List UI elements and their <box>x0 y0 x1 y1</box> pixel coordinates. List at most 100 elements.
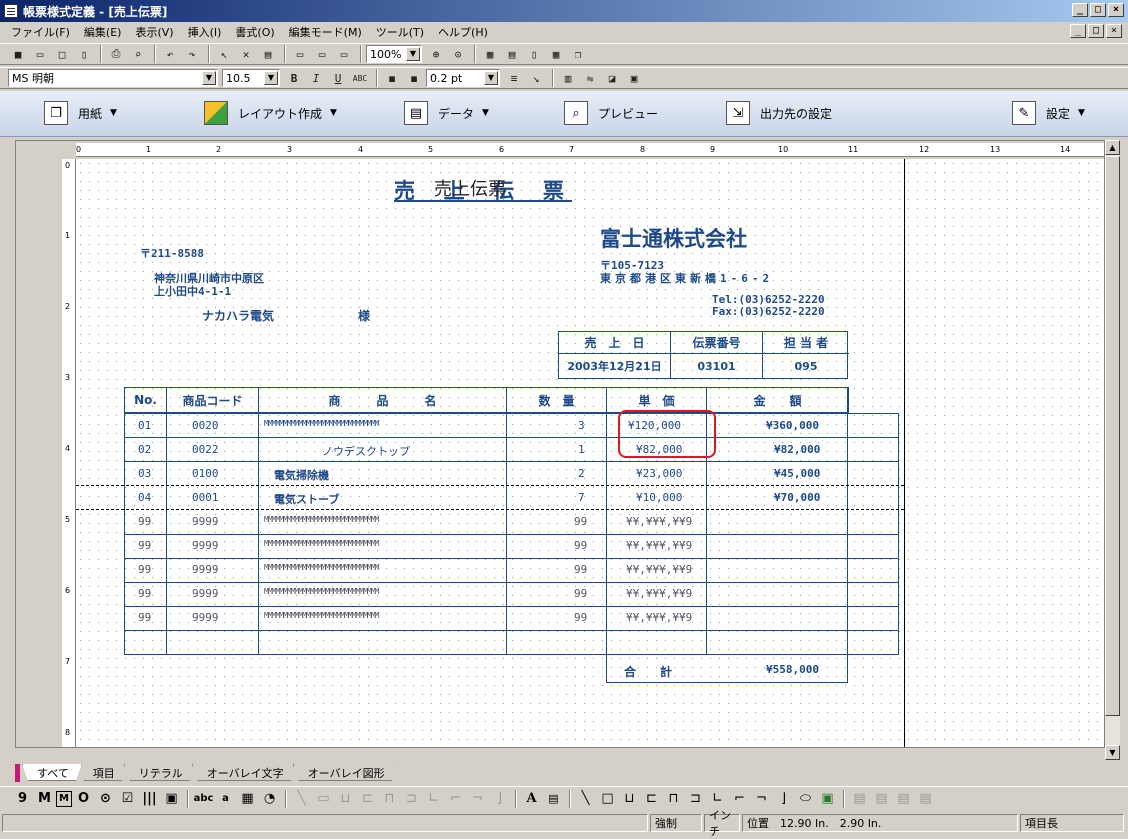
placeholder-name[interactable]: MMMMMMMMMMMMMMMMMMMMMMMMMMMMMM <box>264 611 379 620</box>
mdi-restore-button[interactable]: □ <box>1088 24 1104 38</box>
image-tool-icon[interactable]: ▣ <box>817 789 838 809</box>
table2-icon[interactable]: ▦ <box>546 44 566 64</box>
row-no[interactable]: 01 <box>138 419 151 432</box>
sender-fax[interactable]: Fax:(03)6252-2220 <box>712 305 825 318</box>
report-canvas[interactable]: 売 上 伝 票 売上伝票 富士通株式会社 〒211-8588 神奈川県川崎市中原… <box>76 159 1104 747</box>
row-code[interactable]: 0022 <box>192 443 219 456</box>
save-icon[interactable]: ■ <box>8 44 28 64</box>
output-button[interactable]: ⇲ 出力先の設定 <box>726 101 832 125</box>
date-tool[interactable]: ▦ <box>237 789 258 809</box>
col-price-header[interactable]: 単 価 <box>607 388 707 412</box>
placeholder-code[interactable]: 9999 <box>192 563 219 576</box>
line-tool-icon[interactable]: ╲ <box>575 789 596 809</box>
delete-select-icon[interactable]: ✕ <box>236 44 256 64</box>
placeholder-no[interactable]: 99 <box>138 587 151 600</box>
row-name[interactable]: ノウデスクトップ <box>322 443 410 459</box>
line-width-select[interactable]: 0.2 pt ▼ <box>426 69 500 87</box>
menu-help[interactable]: ヘルプ(H) <box>431 24 495 40</box>
close-button[interactable]: × <box>1108 3 1124 17</box>
checkbox-tool[interactable]: ☑ <box>117 789 138 809</box>
mirror-icon[interactable]: ◪ <box>602 68 622 88</box>
recipient-address-2[interactable]: 上小田中4-1-1 <box>154 283 231 299</box>
scroll-thumb[interactable] <box>1105 156 1120 716</box>
placeholder-name[interactable]: MMMMMMMMMMMMMMMMMMMMMMMMMMMMMM <box>264 563 379 572</box>
vertical-scrollbar[interactable]: ▲ ▼ <box>1104 140 1120 760</box>
layout-button[interactable]: レイアウト作成 ▼ <box>204 101 337 125</box>
placeholder-qty[interactable]: 99 <box>574 611 587 624</box>
recipient-honorific[interactable]: 様 <box>358 307 370 324</box>
corner-tool-icon[interactable]: ⌋ <box>773 789 794 809</box>
slip-number-value[interactable]: 03101 <box>671 354 763 378</box>
col-name-header[interactable]: 商 品 名 <box>259 388 507 412</box>
scroll-up-icon[interactable]: ▲ <box>1105 140 1120 155</box>
undo-icon[interactable]: ↶ <box>160 44 180 64</box>
menu-file[interactable]: ファイル(F) <box>4 24 77 40</box>
placeholder-name[interactable]: MMMMMMMMMMMMMMMMMMMMMMMMMMMMMM <box>264 539 379 548</box>
frame3-icon[interactable]: ▭ <box>334 44 354 64</box>
new-icon[interactable]: □ <box>52 44 72 64</box>
row-amount[interactable]: ¥82,000 <box>774 443 820 456</box>
placeholder-no[interactable]: 99 <box>138 563 151 576</box>
placeholder-code[interactable]: 9999 <box>192 515 219 528</box>
flip-icon[interactable]: ⇋ <box>580 68 600 88</box>
image-field-tool[interactable]: ▣ <box>161 789 182 809</box>
person-value[interactable]: 095 <box>763 354 849 378</box>
company-name[interactable]: 富士通株式会社 <box>600 223 747 253</box>
ellipse-tool-icon[interactable]: ⬭ <box>795 789 816 809</box>
italic-button[interactable]: I <box>306 68 326 88</box>
corner-tool-icon[interactable]: ∟ <box>707 789 728 809</box>
placeholder-code[interactable]: 9999 <box>192 539 219 552</box>
row-no[interactable]: 03 <box>138 467 151 480</box>
font-name-select[interactable]: MS 明朝 ▼ <box>8 69 218 87</box>
placeholder-name[interactable]: MMMMMMMMMMMMMMMMMMMMMMMMMMMMMM <box>264 515 379 524</box>
menu-format[interactable]: 書式(O) <box>228 24 281 40</box>
boxed-text-field-tool[interactable]: M <box>56 790 72 807</box>
tab-items[interactable]: 項目 <box>78 764 128 781</box>
properties-icon[interactable]: ▤ <box>258 44 278 64</box>
row-price[interactable]: ¥10,000 <box>636 491 682 504</box>
sales-date-value[interactable]: 2003年12月21日 <box>559 354 671 378</box>
select-tool-icon[interactable]: ↖ <box>214 44 234 64</box>
col-no-header[interactable]: No. <box>125 388 167 412</box>
cursor-icon[interactable]: ↘ <box>526 68 546 88</box>
placeholder-code[interactable]: 9999 <box>192 587 219 600</box>
tab-overlay-shape[interactable]: オーバレイ図形 <box>293 764 398 781</box>
tab-literal[interactable]: リテラル <box>124 764 196 781</box>
preview-button[interactable]: ⌕ プレビュー <box>564 101 658 125</box>
row-no[interactable]: 02 <box>138 443 151 456</box>
overlay-text-tool[interactable]: A <box>521 789 542 809</box>
radio-tool[interactable]: ⊙ <box>95 789 116 809</box>
placeholder-price[interactable]: ¥¥,¥¥¥,¥¥9 <box>626 587 692 600</box>
row-name[interactable]: MMMMMMMMMMMMMMMMMMMMMMMMMMMMMM <box>264 419 379 428</box>
placeholder-price[interactable]: ¥¥,¥¥¥,¥¥9 <box>626 539 692 552</box>
print-preview-icon[interactable]: ⌕ <box>128 44 148 64</box>
row-name[interactable]: 電気掃除機 <box>274 467 329 483</box>
open-icon[interactable]: ▭ <box>30 44 50 64</box>
zoom-select[interactable]: 100% ▼ <box>366 45 422 63</box>
open-rect-tool-icon[interactable]: ⊏ <box>641 789 662 809</box>
grid-icon[interactable]: ▦ <box>480 44 500 64</box>
placeholder-qty[interactable]: 99 <box>574 563 587 576</box>
row-code[interactable]: 0001 <box>192 491 219 504</box>
row-code[interactable]: 0100 <box>192 467 219 480</box>
placeholder-price[interactable]: ¥¥,¥¥¥,¥¥9 <box>626 563 692 576</box>
overlay-textbox-tool[interactable]: ▤ <box>543 789 564 809</box>
menu-tools[interactable]: ツール(T) <box>369 24 431 40</box>
bold-button[interactable]: B <box>284 68 304 88</box>
document-icon[interactable]: ▯ <box>524 44 544 64</box>
paper-button[interactable]: ❐ 用紙 ▼ <box>44 101 117 125</box>
clock-tool[interactable]: ◔ <box>259 789 280 809</box>
rectangle-tool-icon[interactable]: □ <box>597 789 618 809</box>
corner-tool-icon[interactable]: ¬ <box>751 789 772 809</box>
row-amount[interactable]: ¥360,000 <box>766 419 819 432</box>
tab-overlay-text[interactable]: オーバレイ文字 <box>192 764 297 781</box>
row-amount[interactable]: ¥45,000 <box>774 467 820 480</box>
open-rect-tool-icon[interactable]: ⊓ <box>663 789 684 809</box>
placeholder-no[interactable]: 99 <box>138 539 151 552</box>
placeholder-name[interactable]: MMMMMMMMMMMMMMMMMMMMMMMMMMMMMM <box>264 587 379 596</box>
page-icon[interactable]: ▯ <box>74 44 94 64</box>
placeholder-price[interactable]: ¥¥,¥¥¥,¥¥9 <box>626 611 692 624</box>
zoom-in-icon[interactable]: ⊕ <box>426 44 446 64</box>
maximize-button[interactable]: □ <box>1090 3 1106 17</box>
row-name[interactable]: 電気ストーブ <box>274 491 339 507</box>
